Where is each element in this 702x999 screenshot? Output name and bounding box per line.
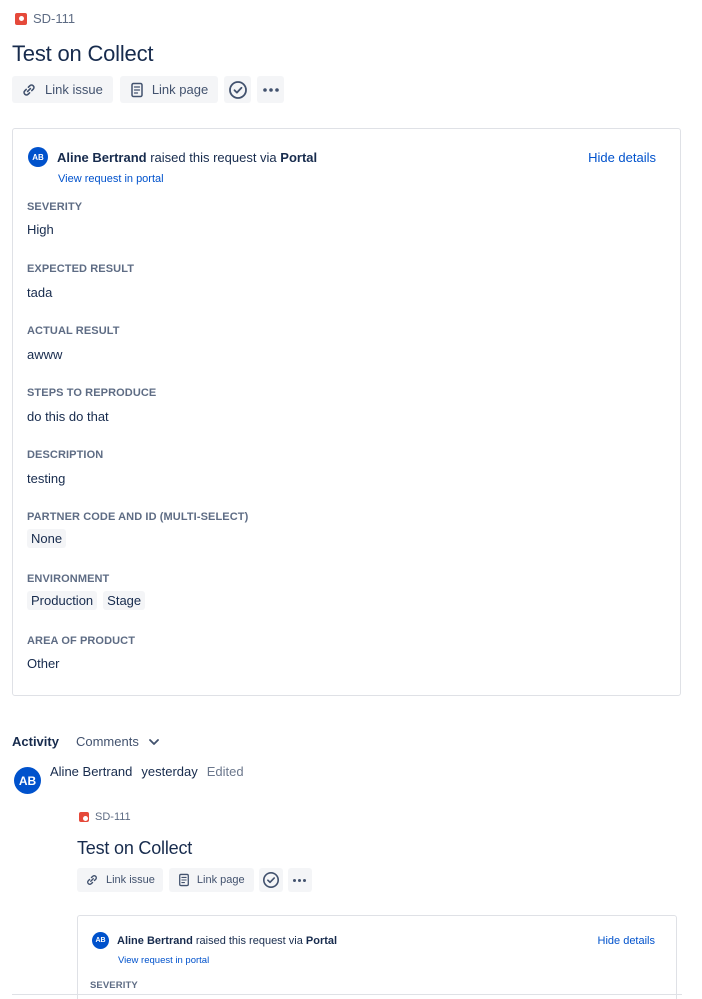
embedded-issue-title[interactable]: Test on Collect	[77, 838, 192, 859]
page-icon	[178, 873, 189, 887]
embedded-toolbar: Link issue Link page	[77, 868, 312, 892]
hide-details-link[interactable]: Hide details	[598, 935, 655, 947]
raised-text: raised this request via	[195, 934, 303, 947]
field-value[interactable]: do this do that	[27, 409, 109, 424]
field-label: ENVIRONMENT	[27, 573, 110, 585]
field-label: DESCRIPTION	[27, 449, 104, 461]
field-label: PARTNER CODE AND ID (MULTI-SELECT)	[27, 511, 249, 523]
link-issue-label: Link issue	[45, 82, 103, 97]
request-channel: Portal	[280, 149, 318, 165]
field-label: ACTUAL RESULT	[27, 325, 120, 337]
issue-toolbar: Link issue Link page	[12, 76, 285, 103]
activity-filter-label: Comments	[75, 734, 139, 749]
comment-time[interactable]: yesterday	[141, 764, 197, 779]
more-icon	[262, 87, 279, 92]
bug-type-icon	[79, 812, 89, 822]
link-icon	[23, 83, 35, 96]
check-circle-icon	[228, 80, 247, 99]
field-label: AREA OF PRODUCT	[27, 635, 136, 647]
field-label: SEVERITY	[27, 201, 83, 213]
embedded-issue-key[interactable]: SD-111	[79, 811, 131, 823]
activity-header: Activity Comments	[12, 734, 159, 749]
link-issue-button[interactable]: Link issue	[77, 868, 163, 892]
divider	[12, 994, 682, 995]
link-issue-label: Link issue	[106, 874, 155, 886]
more-actions-button[interactable]	[257, 76, 285, 103]
checklist-button[interactable]	[224, 76, 252, 103]
page-icon	[131, 82, 143, 97]
field-value[interactable]: High	[27, 222, 54, 237]
request-raised-line: AB Aline Bertrand raised this request vi…	[28, 147, 317, 167]
checklist-button[interactable]	[258, 868, 283, 892]
field-value[interactable]: testing	[27, 471, 65, 486]
embedded-issue-key-label[interactable]: SD-111	[95, 811, 131, 823]
request-details-panel: AB Aline Bertrand raised this request vi…	[12, 128, 681, 696]
field-label: STEPS TO REPRODUCE	[27, 387, 157, 399]
avatar[interactable]: AB	[14, 767, 41, 794]
link-issue-button[interactable]: Link issue	[12, 76, 113, 103]
raised-text: raised this request via	[150, 149, 277, 165]
request-author[interactable]: Aline Bertrand	[117, 935, 193, 947]
request-author[interactable]: Aline Bertrand	[57, 150, 147, 165]
issue-title[interactable]: Test on Collect	[12, 41, 153, 67]
link-page-label: Link page	[151, 82, 209, 97]
activity-filter-dropdown[interactable]: Comments	[76, 734, 159, 749]
field-value[interactable]: awww	[27, 347, 62, 362]
field-value[interactable]: Other	[27, 656, 60, 671]
partner-code-tags[interactable]: None	[27, 529, 67, 548]
field-label: SEVERITY	[90, 980, 138, 991]
tag[interactable]: Production	[27, 591, 98, 610]
link-page-button[interactable]: Link page	[168, 868, 254, 892]
field-value[interactable]: tada	[27, 285, 52, 300]
comment-edited: Edited	[206, 764, 244, 779]
avatar[interactable]: AB	[28, 147, 48, 167]
link-page-button[interactable]: Link page	[119, 76, 219, 103]
bug-type-icon	[15, 12, 27, 25]
comment-author[interactable]: Aline Bertrand	[50, 764, 132, 779]
more-icon	[293, 878, 307, 882]
more-actions-button[interactable]	[287, 868, 312, 892]
comment-header: AB Aline Bertrand yesterday Edited	[14, 764, 244, 794]
activity-label: Activity	[12, 734, 59, 749]
chevron-down-icon	[148, 738, 159, 745]
embedded-request-panel: AB Aline Bertrand raised this request vi…	[77, 915, 677, 999]
request-channel: Portal	[305, 934, 338, 947]
view-request-in-portal-link[interactable]: View request in portal	[58, 173, 164, 185]
view-request-in-portal-link[interactable]: View request in portal	[118, 955, 209, 966]
avatar[interactable]: AB	[92, 932, 109, 949]
link-page-label: Link page	[196, 874, 245, 886]
check-circle-icon	[262, 871, 279, 889]
link-icon	[87, 875, 97, 885]
hide-details-link[interactable]: Hide details	[588, 150, 656, 165]
tag[interactable]: Stage	[103, 591, 146, 610]
request-raised-line: AB Aline Bertrand raised this request vi…	[92, 932, 337, 949]
issue-key-label[interactable]: SD-111	[33, 11, 75, 26]
environment-tags[interactable]: Production Stage	[27, 591, 146, 610]
tag[interactable]: None	[27, 529, 67, 548]
field-label: EXPECTED RESULT	[27, 263, 135, 275]
issue-key[interactable]: SD-111	[15, 11, 75, 26]
